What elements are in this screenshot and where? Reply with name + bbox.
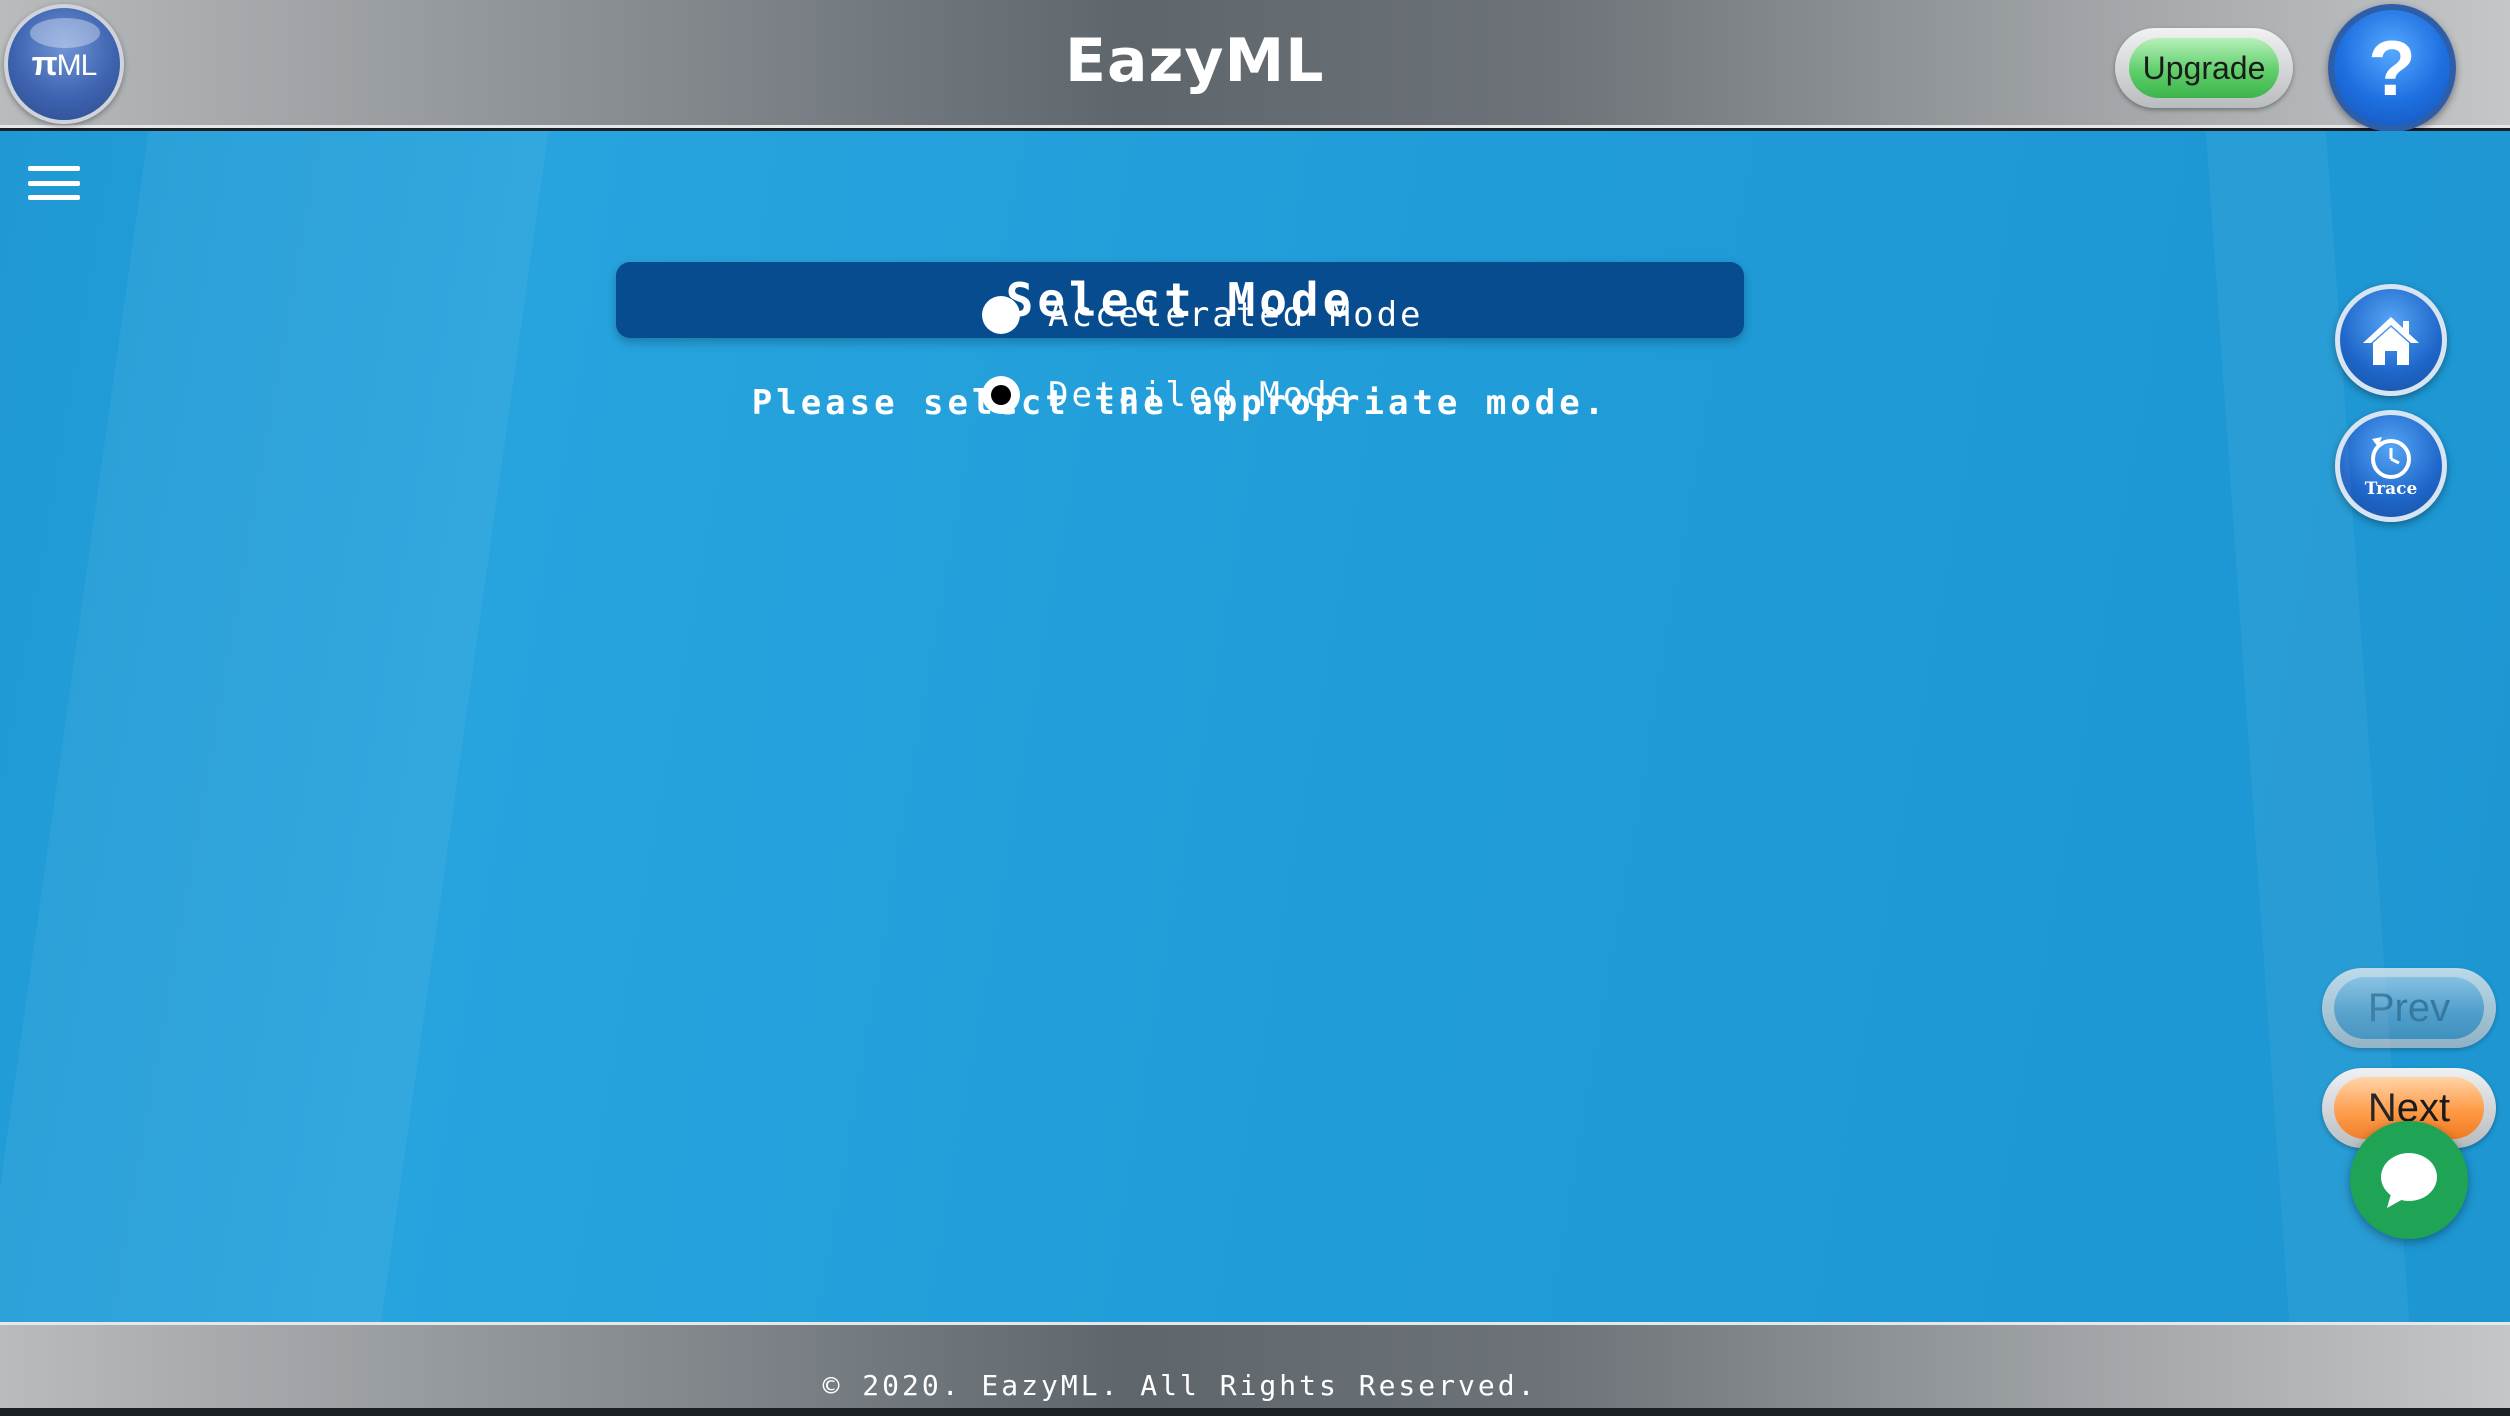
detailed-mode-label[interactable]: Detailed Mode (1048, 375, 1353, 415)
home-icon (2363, 317, 2419, 365)
hamburger-line (28, 166, 80, 171)
home-button[interactable] (2335, 284, 2447, 396)
upgrade-button-label: Upgrade (2129, 38, 2279, 98)
upgrade-button[interactable]: Upgrade (2115, 28, 2293, 108)
accelerated-mode-option[interactable]: Accelerated Mode (982, 295, 1424, 335)
main-content: Select Mode Please select the appropriat… (0, 131, 2510, 1322)
hamburger-line (28, 195, 80, 200)
logo-text: πML (31, 44, 98, 84)
logo-ml: ML (56, 48, 98, 82)
chat-button[interactable] (2350, 1121, 2468, 1239)
trace-button[interactable]: Trace (2335, 410, 2447, 522)
help-button[interactable]: ? (2328, 4, 2456, 132)
prev-button[interactable]: Prev (2322, 968, 2496, 1048)
copyright-text: © 2020. EazyML. All Rights Reserved. (822, 1369, 1538, 1402)
accelerated-mode-radio[interactable] (982, 296, 1020, 334)
app-title: EazyML (1065, 26, 1325, 96)
detailed-mode-radio[interactable] (982, 376, 1020, 414)
logo-pi: π (31, 44, 58, 83)
footer: © 2020. EazyML. All Rights Reserved. (0, 1322, 2510, 1408)
trace-label: Trace (2364, 479, 2418, 499)
accelerated-mode-label[interactable]: Accelerated Mode (1048, 295, 1424, 335)
detailed-mode-option[interactable]: Detailed Mode (982, 375, 1353, 415)
top-header: πML EazyML Upgrade ? (0, 0, 2510, 132)
history-clock-icon (2371, 437, 2411, 479)
prev-button-label: Prev (2334, 977, 2484, 1039)
hamburger-line (28, 180, 80, 186)
app-logo[interactable]: πML (4, 4, 124, 124)
chat-bubble-icon (2381, 1153, 2437, 1208)
hamburger-menu-icon[interactable] (28, 166, 80, 200)
bottom-strip (0, 1408, 2510, 1416)
